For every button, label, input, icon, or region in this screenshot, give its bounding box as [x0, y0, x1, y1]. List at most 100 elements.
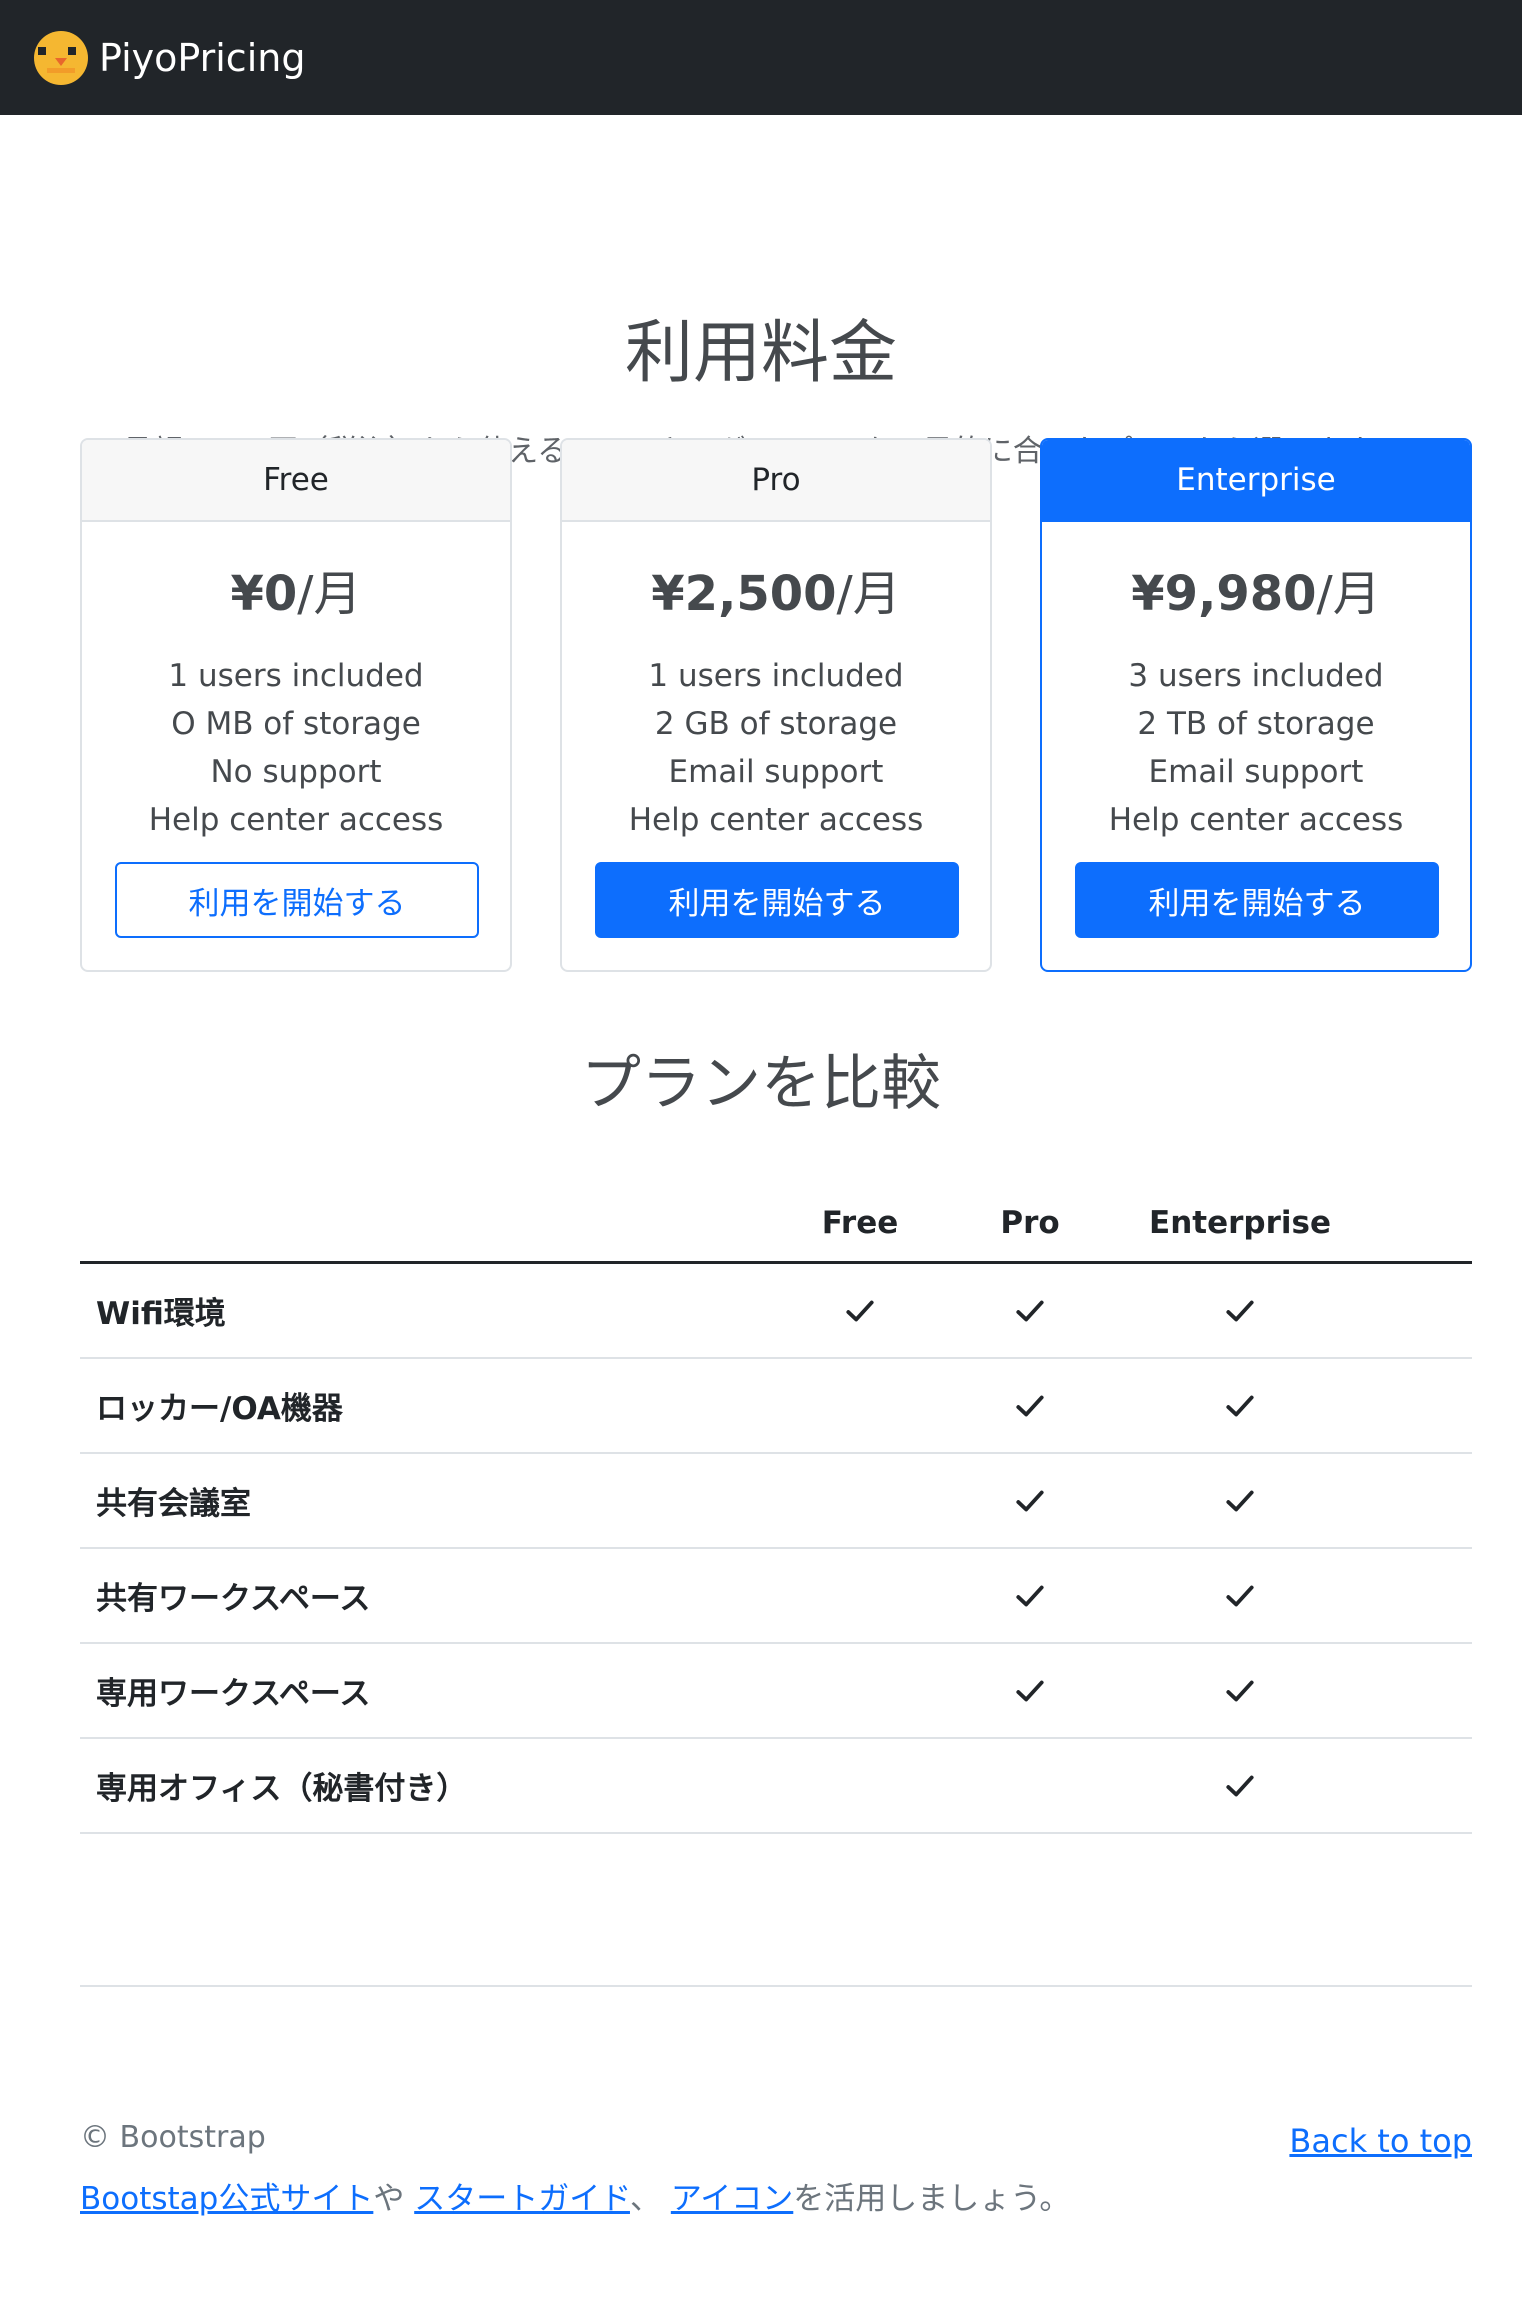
feature-list: 1 users included O MB of storage No supp… [82, 652, 510, 844]
feature-label: Wifi環境 [80, 1262, 780, 1359]
feature-item: 1 users included [648, 658, 904, 694]
table-row: 共有会議室 [80, 1453, 1472, 1549]
feature-item: Help center access [1108, 802, 1404, 838]
price-unit: /月 [836, 566, 901, 622]
column-header-enterprise: Enterprise [1120, 1185, 1360, 1264]
feature-item: 3 users included [1128, 658, 1384, 694]
check-cell-free [780, 1358, 940, 1454]
row-spacer [1360, 1453, 1472, 1549]
footer-links: Bootstap公式サイトや スタートガイド、 アイコンを活用しましょう。 [80, 2173, 1070, 2218]
feature-item: O MB of storage [171, 706, 421, 742]
column-header-pro: Pro [940, 1185, 1120, 1264]
plan-price: ¥2,500/月 [562, 554, 990, 624]
check-icon [1226, 1490, 1254, 1511]
check-cell-free [780, 1548, 940, 1644]
footer-text: 、 [629, 2181, 671, 2217]
footer-text: を活用しましょう。 [793, 2181, 1071, 2217]
table-row: 専用オフィス（秘書付き） [80, 1738, 1472, 1834]
feature-label: 共有ワークスペース [80, 1548, 780, 1644]
icons-link[interactable]: アイコン [671, 2181, 793, 2217]
row-spacer [1360, 1358, 1472, 1454]
compare-title: プランを比較 [581, 1049, 941, 1119]
column-header [80, 1185, 780, 1264]
check-cell-free [780, 1643, 940, 1739]
check-cell-free [780, 1738, 940, 1834]
check-icon [1226, 1585, 1254, 1606]
plan-card-enterprise: Enterprise ¥9,980/月 3 users included 2 T… [1040, 438, 1472, 972]
check-icon [1016, 1680, 1044, 1701]
check-icon [1016, 1395, 1044, 1416]
check-cell-enterprise [1120, 1643, 1360, 1739]
check-cell-enterprise [1120, 1548, 1360, 1644]
row-spacer [1360, 1262, 1472, 1359]
feature-label: 専用オフィス（秘書付き） [80, 1738, 780, 1834]
compare-table-wrap: Free Pro Enterprise Wifi環境 ロッカー/OA機器 共有会議室… [80, 1185, 1472, 1834]
column-header-free: Free [780, 1185, 940, 1264]
plan-name: Pro [562, 440, 990, 522]
check-icon [1226, 1395, 1254, 1416]
check-cell-pro [940, 1358, 1120, 1454]
table-row: 専用ワークスペース [80, 1643, 1472, 1739]
start-pro-button[interactable]: 利用を開始する [595, 862, 959, 938]
navbar: PiyoPricing [0, 0, 1522, 115]
check-cell-pro [940, 1262, 1120, 1359]
check-icon [1016, 1490, 1044, 1511]
chick-face-icon [34, 30, 88, 85]
check-icon [1226, 1775, 1254, 1796]
plan-card-pro: Pro ¥2,500/月 1 users included 2 GB of st… [560, 438, 992, 972]
table-row: 共有ワークスペース [80, 1548, 1472, 1644]
compare-table-body: Wifi環境 ロッカー/OA機器 共有会議室 共有ワークスペース 専用ワークスペース 専用… [80, 1262, 1472, 1834]
column-spacer [1360, 1185, 1472, 1264]
check-cell-enterprise [1120, 1453, 1360, 1549]
back-to-top-link[interactable]: Back to top [1289, 2122, 1472, 2160]
check-icon [1226, 1300, 1254, 1321]
check-cell-free [780, 1262, 940, 1359]
feature-item: Email support [1148, 754, 1364, 790]
table-row: ロッカー/OA機器 [80, 1358, 1472, 1454]
feature-item: Email support [668, 754, 884, 790]
footer-text: や [373, 2181, 415, 2217]
feature-item: 1 users included [168, 658, 424, 694]
table-row: Wifi環境 [80, 1262, 1472, 1359]
start-free-button[interactable]: 利用を開始する [115, 862, 479, 938]
start-enterprise-button[interactable]: 利用を開始する [1075, 862, 1439, 938]
price-unit: /月 [1316, 566, 1381, 622]
footer-copyright: © Bootstrap [80, 2120, 266, 2155]
check-icon [1016, 1585, 1044, 1606]
row-spacer [1360, 1643, 1472, 1739]
row-spacer [1360, 1738, 1472, 1834]
check-icon [1226, 1680, 1254, 1701]
row-spacer [1360, 1548, 1472, 1644]
feature-item: No support [210, 754, 382, 790]
pricing-cards: Free ¥0/月 1 users included O MB of stora… [80, 438, 1472, 972]
footer-divider [80, 1985, 1472, 1987]
table-header-row: Free Pro Enterprise [80, 1185, 1472, 1264]
pricing-header: 利用料金 月額2,500円（税込）から使えるコワーキングスペースを、目的に合った… [0, 115, 1522, 470]
check-icon [1016, 1300, 1044, 1321]
brand-link[interactable]: PiyoPricing [33, 30, 305, 86]
plan-card-free: Free ¥0/月 1 users included O MB of stora… [80, 438, 512, 972]
brand-name: PiyoPricing [99, 35, 306, 80]
plan-price: ¥9,980/月 [1042, 554, 1470, 624]
plan-name: Free [82, 440, 510, 522]
price-unit: /月 [297, 566, 362, 622]
feature-item: 2 TB of storage [1137, 706, 1375, 742]
feature-item: Help center access [148, 802, 444, 838]
start-guide-link[interactable]: スタートガイド [414, 2181, 630, 2217]
check-cell-enterprise [1120, 1262, 1360, 1359]
check-cell-enterprise [1120, 1738, 1360, 1834]
check-cell-pro [940, 1643, 1120, 1739]
feature-list: 3 users included 2 TB of storage Email s… [1042, 652, 1470, 844]
price-amount: ¥9,980 [1131, 566, 1317, 622]
price-amount: ¥0 [230, 566, 298, 622]
bootstrap-site-link[interactable]: Bootstap公式サイト [80, 2181, 373, 2217]
check-cell-pro [940, 1453, 1120, 1549]
feature-list: 1 users included 2 GB of storage Email s… [562, 652, 990, 844]
feature-item: 2 GB of storage [654, 706, 898, 742]
feature-item: Help center access [628, 802, 924, 838]
check-cell-free [780, 1453, 940, 1549]
feature-label: 専用ワークスペース [80, 1643, 780, 1739]
price-amount: ¥2,500 [651, 566, 837, 622]
check-cell-pro [940, 1738, 1120, 1834]
check-icon [846, 1300, 874, 1321]
